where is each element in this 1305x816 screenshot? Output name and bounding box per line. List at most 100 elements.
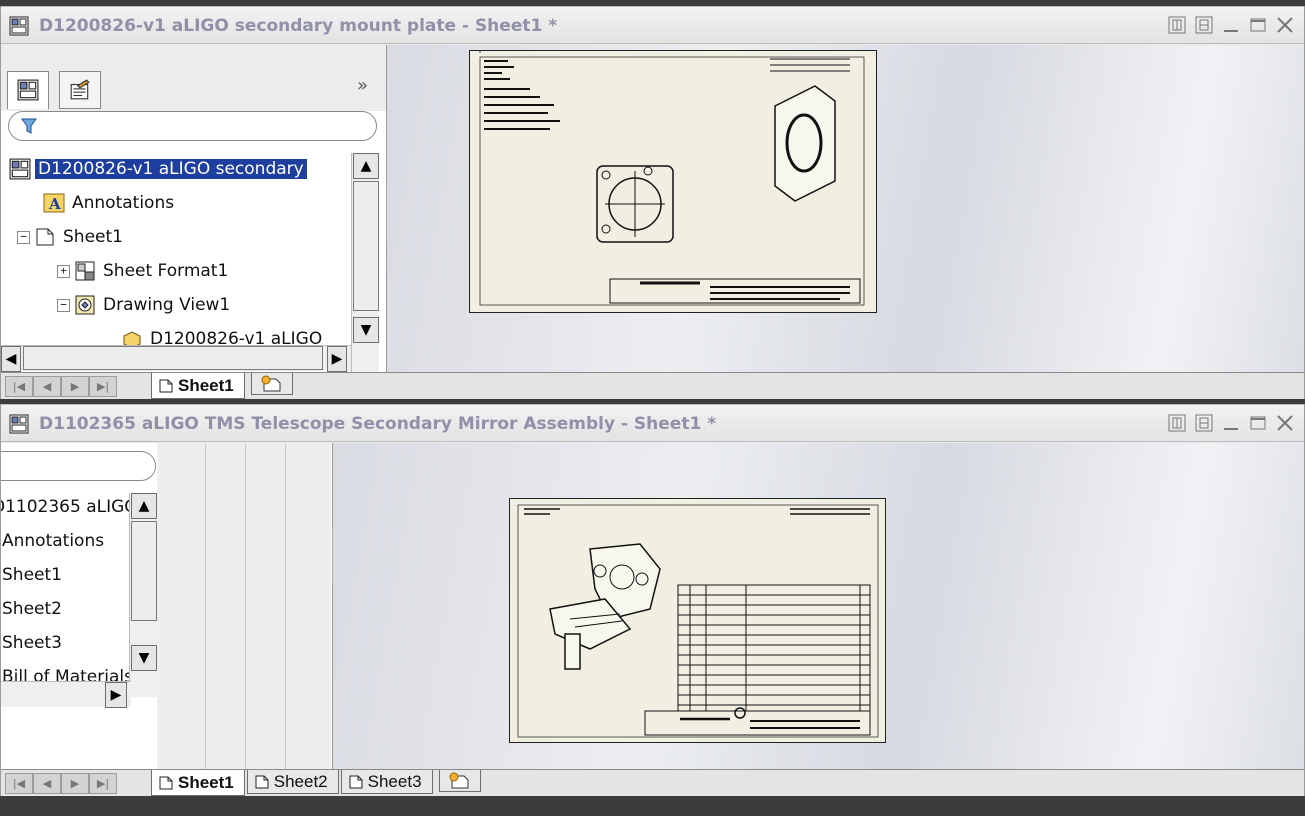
add-sheet-icon xyxy=(449,772,469,789)
tree-item-label: D1200826-v1 aLIGO secondary xyxy=(35,159,307,179)
filter-field[interactable] xyxy=(8,111,377,141)
annotations-icon: A xyxy=(43,193,65,213)
window-title-bar[interactable]: D1200826-v1 aLIGO secondary mount plate … xyxy=(1,6,1304,44)
scroll-up-button[interactable]: ▲ xyxy=(131,493,157,519)
tab-feature-manager[interactable] xyxy=(7,71,49,109)
window-title: D1200826-v1 aLIGO secondary mount plate … xyxy=(39,16,558,36)
scroll-right-button[interactable]: ▶ xyxy=(105,682,127,708)
tree-item-label: Sheet1 xyxy=(2,565,62,585)
maximize-icon[interactable] xyxy=(1249,16,1267,34)
panel-tabs: » xyxy=(1,45,386,111)
maximize-icon[interactable] xyxy=(1249,414,1267,432)
tree-item-drawing-view[interactable]: − Drawing View1 xyxy=(57,289,233,321)
scroll-thumb[interactable] xyxy=(353,181,379,311)
graphics-area[interactable] xyxy=(387,45,1304,372)
expand-toggle[interactable]: + xyxy=(57,264,70,278)
scroll-down-button[interactable]: ▼ xyxy=(353,317,379,343)
tree-item-annotations[interactable]: A Annotations xyxy=(43,187,177,219)
sheet-icon xyxy=(255,775,269,788)
tree-item-label: Sheet Format1 xyxy=(103,261,229,281)
tree-item-sheet3[interactable]: Sheet3 xyxy=(1,627,65,659)
tree-item-label: Sheet2 xyxy=(2,599,62,619)
tile-vertical-icon[interactable] xyxy=(1195,414,1213,432)
panel-collapse-button[interactable]: » xyxy=(357,75,368,96)
sheet-tab[interactable]: Sheet1 xyxy=(151,373,245,399)
tree-vertical-scrollbar[interactable]: ▲ ▼ xyxy=(129,493,157,697)
tree-item-part[interactable]: D1200826-v1 aLIGO xyxy=(121,323,325,345)
tree-horizontal-scrollbar[interactable]: ▶ xyxy=(1,681,131,708)
sheet-icon xyxy=(349,775,363,788)
last-sheet-button[interactable]: ▶| xyxy=(89,773,117,794)
next-sheet-button[interactable]: ▶ xyxy=(61,376,89,397)
prev-sheet-button[interactable]: ◀ xyxy=(33,773,61,794)
sheet-tab[interactable]: Sheet2 xyxy=(246,770,339,794)
scroll-thumb[interactable] xyxy=(23,346,323,370)
tree-item-label: D1200826-v1 aLIGO xyxy=(150,329,323,345)
scroll-left-button[interactable]: ◀ xyxy=(1,346,21,372)
last-sheet-button[interactable]: ▶| xyxy=(89,376,117,397)
feature-manager-panel: » D1200826-v1 aLIGO secondary A Annotati… xyxy=(1,45,387,381)
drawing-sheet-preview[interactable] xyxy=(469,50,877,313)
tree-item-document[interactable]: D1200826-v1 aLIGO secondary xyxy=(9,153,307,185)
tile-vertical-icon[interactable] xyxy=(1195,16,1213,34)
tab-property-manager[interactable] xyxy=(59,71,101,109)
minimize-icon[interactable] xyxy=(1222,414,1240,432)
tree-vertical-scrollbar[interactable]: ▲ ▼ xyxy=(351,153,379,381)
tree-item-sheet1[interactable]: − Sheet1 xyxy=(17,221,126,253)
add-sheet-button[interactable] xyxy=(250,373,293,395)
tile-horizontal-icon[interactable] xyxy=(1168,16,1186,34)
first-sheet-button[interactable]: |◀ xyxy=(5,773,33,794)
tree-item-sheet2[interactable]: Sheet2 xyxy=(1,593,65,625)
first-sheet-button[interactable]: |◀ xyxy=(5,376,33,397)
add-sheet-icon xyxy=(261,375,281,392)
scroll-up-button[interactable]: ▲ xyxy=(353,153,379,179)
tree-item-label: Sheet3 xyxy=(2,633,62,653)
sheet-tab-bar: |◀ ◀ ▶ ▶| Sheet1 Sheet2 Sheet3 xyxy=(1,769,1304,796)
drawing-sheet-content xyxy=(479,51,865,311)
scroll-thumb[interactable] xyxy=(131,521,157,621)
part-icon xyxy=(123,331,141,345)
tree-item-sheet-format[interactable]: + Sheet Format1 xyxy=(57,255,231,287)
next-sheet-button[interactable]: ▶ xyxy=(61,773,89,794)
feature-manager-panel: D1102365 aLIGO Annotations Sheet1 Sheet2… xyxy=(1,443,333,769)
tree-item-annotations[interactable]: Annotations xyxy=(1,525,107,557)
tree-item-label: Annotations xyxy=(2,531,105,551)
close-icon[interactable] xyxy=(1276,16,1294,34)
tree-horizontal-scrollbar[interactable]: ◀ ▶ xyxy=(1,345,351,372)
minimize-icon[interactable] xyxy=(1222,16,1240,34)
window-title-bar[interactable]: D1102365 aLIGO TMS Telescope Secondary M… xyxy=(1,404,1304,442)
sheet-tab-label: Sheet1 xyxy=(178,375,234,395)
collapse-toggle[interactable]: − xyxy=(57,298,70,312)
prev-sheet-button[interactable]: ◀ xyxy=(33,376,61,397)
filter-icon xyxy=(21,118,37,134)
sheet-format-icon xyxy=(75,261,95,281)
sheet-tab[interactable]: Sheet3 xyxy=(340,770,433,794)
drawing-view-icon xyxy=(75,295,95,315)
sheet-tab-bar: |◀ ◀ ▶ ▶| Sheet1 xyxy=(1,372,1304,399)
tree-item-document[interactable]: D1102365 aLIGO xyxy=(1,491,131,523)
sheet-icon xyxy=(36,228,54,246)
sheet-tab[interactable]: Sheet1 xyxy=(151,770,245,796)
drawing-sheet-preview[interactable] xyxy=(509,498,886,743)
filter-field[interactable] xyxy=(1,451,156,481)
feature-tree: D1200826-v1 aLIGO secondary A Annotation… xyxy=(1,153,351,345)
collapse-toggle[interactable]: − xyxy=(17,230,30,244)
tree-item-label: D1102365 aLIGO xyxy=(1,497,131,517)
tree-item-label: Drawing View1 xyxy=(103,295,231,315)
drawing-sheet-content xyxy=(517,504,879,738)
tree-item-label: Sheet1 xyxy=(63,227,123,247)
sheet-tab-label: Sheet3 xyxy=(367,771,422,791)
drawing-window-2: D1102365 aLIGO TMS Telescope Secondary M… xyxy=(0,404,1305,796)
close-icon[interactable] xyxy=(1276,414,1294,432)
graphics-area[interactable] xyxy=(333,443,1304,769)
drawing-doc-icon xyxy=(9,414,29,434)
add-sheet-button[interactable] xyxy=(438,770,481,792)
tile-horizontal-icon[interactable] xyxy=(1168,414,1186,432)
tree-item-sheet1[interactable]: Sheet1 xyxy=(1,559,65,591)
scroll-right-button[interactable]: ▶ xyxy=(327,346,347,372)
svg-text:A: A xyxy=(48,195,61,213)
drawing-doc-icon xyxy=(9,16,29,36)
sheet-icon xyxy=(159,379,173,392)
scroll-down-button[interactable]: ▼ xyxy=(131,645,157,671)
sheet-icon xyxy=(159,776,173,789)
